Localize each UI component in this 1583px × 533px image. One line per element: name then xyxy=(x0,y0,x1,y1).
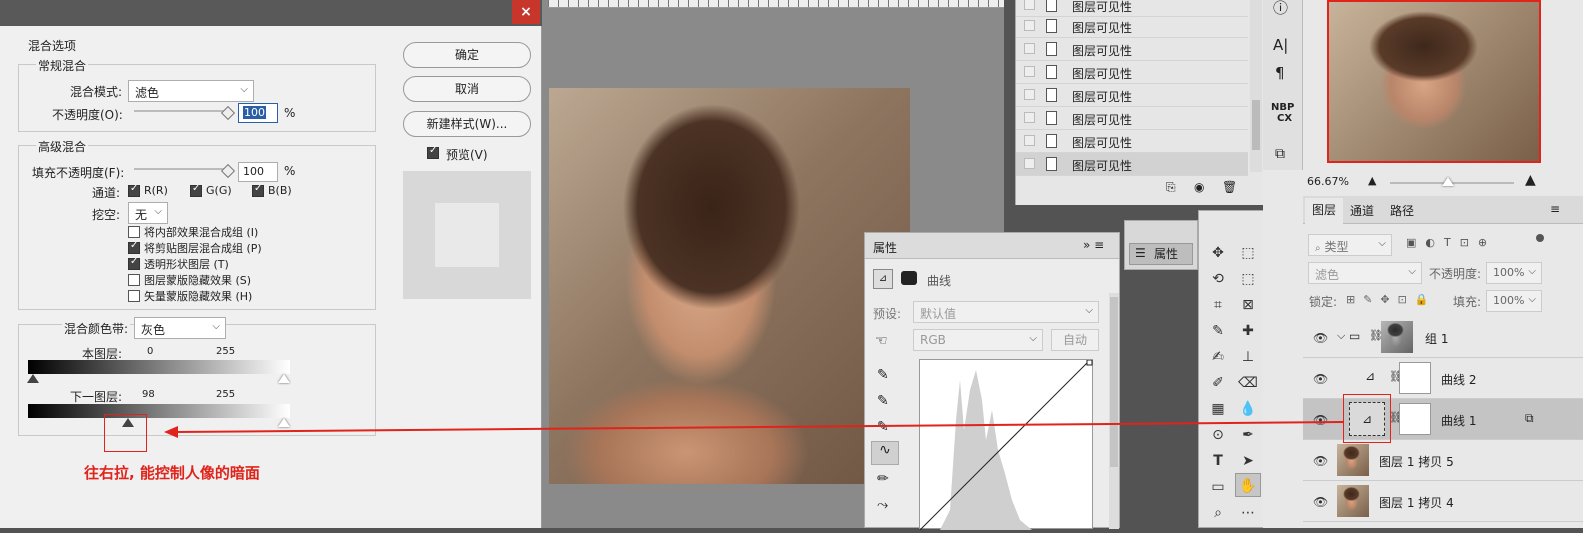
arrow-head xyxy=(164,426,178,438)
arrow-line xyxy=(175,421,1344,433)
annotation-arrow xyxy=(164,421,1344,438)
